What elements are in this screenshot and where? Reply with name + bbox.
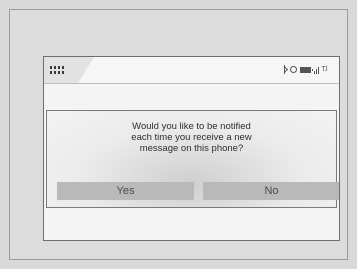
battery-icon [299, 66, 313, 73]
status-divider [44, 83, 339, 84]
ring-icon [289, 66, 297, 73]
status-bar: T.l [44, 57, 339, 83]
manual-figure-frame: T.l Would you like to be notified each t… [9, 9, 348, 260]
grid-menu-icon[interactable] [50, 66, 64, 74]
bluetooth-icon [282, 65, 287, 74]
status-icons: T.l [282, 65, 328, 74]
signal-icon [313, 66, 319, 74]
yes-button[interactable]: Yes [57, 182, 194, 200]
dialog-message: Would you like to be notified each time … [131, 121, 252, 154]
no-button[interactable]: No [203, 182, 339, 200]
signal-label: T.l [321, 66, 328, 73]
notification-dialog: Would you like to be notified each time … [46, 110, 339, 208]
display-screen: T.l Would you like to be notified each t… [43, 56, 340, 241]
